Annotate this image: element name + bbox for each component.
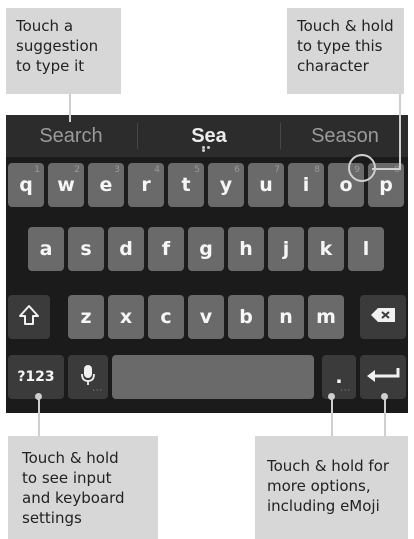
leader-line	[384, 396, 386, 436]
suggestion-right[interactable]: Season	[282, 115, 408, 157]
shift-key[interactable]	[8, 295, 50, 339]
key-label: z	[80, 306, 92, 328]
shift-arrow-icon	[18, 304, 40, 331]
key-label: y	[219, 174, 233, 196]
key-label: j	[282, 238, 290, 260]
key-label: q	[19, 174, 33, 196]
leader-dot	[35, 393, 42, 400]
key-label: u	[259, 174, 273, 196]
key-label: n	[279, 306, 293, 328]
key-b[interactable]: b	[228, 295, 264, 339]
leader-line	[69, 94, 71, 122]
key-n[interactable]: n	[268, 295, 304, 339]
keyboard: Search Sea Season ?123 ··· . ··· q 1 w 2…	[6, 115, 408, 413]
key-label: h	[239, 238, 253, 260]
key-v[interactable]: v	[188, 295, 224, 339]
key-hint: 1	[34, 165, 40, 175]
key-hint: 7	[274, 165, 280, 175]
key-hint: 8	[314, 165, 320, 175]
leader-dot	[381, 393, 388, 400]
key-label: l	[362, 238, 370, 260]
suggestion-divider	[137, 123, 138, 149]
key-label: g	[199, 238, 213, 260]
key-g[interactable]: g	[188, 227, 224, 271]
callout-suggestion: Touch a suggestion to type it	[6, 8, 121, 94]
key-a[interactable]: a	[28, 227, 64, 271]
key-h[interactable]: h	[228, 227, 264, 271]
key-label: r	[141, 174, 151, 196]
key-w[interactable]: w2	[48, 163, 84, 207]
leader-dot	[328, 393, 335, 400]
key-r[interactable]: r4	[128, 163, 164, 207]
key-c[interactable]: c	[148, 295, 184, 339]
key-q[interactable]: q1	[8, 163, 44, 207]
leader-line	[372, 168, 400, 170]
key-u[interactable]: u7	[248, 163, 284, 207]
key-j[interactable]: j	[268, 227, 304, 271]
enter-arrow-icon	[366, 366, 400, 389]
key-label: w	[57, 174, 75, 196]
key-label: p	[379, 174, 393, 196]
key-hint: 4	[154, 165, 160, 175]
key-hint: 2	[74, 165, 80, 175]
key-k[interactable]: k	[308, 227, 344, 271]
key-label: f	[161, 238, 171, 260]
key-m[interactable]: m	[308, 295, 344, 339]
key-label: t	[181, 174, 191, 196]
callout-more-options: Touch & hold for more options, including…	[255, 436, 408, 539]
spacebar[interactable]	[112, 355, 314, 399]
key-y[interactable]: y6	[208, 163, 244, 207]
key-label: m	[316, 306, 336, 328]
key-l[interactable]: l	[348, 227, 384, 271]
backspace-icon	[370, 306, 396, 328]
key-f[interactable]: f	[148, 227, 184, 271]
key-hint: 3	[114, 165, 120, 175]
mic-key[interactable]: ···	[68, 355, 108, 399]
more-indicator-icon: ···	[92, 386, 103, 395]
period-key[interactable]: . ···	[322, 355, 356, 399]
more-indicator-icon: ···	[340, 386, 351, 395]
key-t[interactable]: t5	[168, 163, 204, 207]
leader-line	[38, 396, 40, 436]
key-label: c	[160, 306, 172, 328]
key-label: x	[119, 306, 133, 328]
suggestion-divider	[280, 123, 281, 149]
key-label: d	[119, 238, 133, 260]
symbols-key-label: ?123	[17, 369, 55, 385]
suggestion-strip: Search Sea Season	[6, 115, 408, 157]
key-s[interactable]: s	[68, 227, 104, 271]
key-e[interactable]: e3	[88, 163, 124, 207]
key-x[interactable]: x	[108, 295, 144, 339]
key-label: s	[80, 238, 92, 260]
key-label: a	[39, 238, 53, 260]
key-d[interactable]: d	[108, 227, 144, 271]
leader-line	[399, 94, 401, 170]
callout-input-settings: Touch & hold to see input and keyboard s…	[8, 436, 158, 539]
key-label: e	[99, 174, 113, 196]
key-label: v	[199, 306, 213, 328]
callout-hold-character: Touch & hold to type this character	[287, 8, 404, 94]
key-label: k	[319, 238, 333, 260]
more-suggestions-icon	[202, 146, 214, 152]
period-key-label: .	[335, 366, 343, 388]
key-hint: 6	[234, 165, 240, 175]
backspace-key[interactable]	[360, 295, 406, 339]
key-z[interactable]: z	[68, 295, 104, 339]
key-label: i	[302, 174, 310, 196]
key-i[interactable]: i8	[288, 163, 324, 207]
suggestion-center[interactable]: Sea	[139, 115, 279, 157]
key-label: b	[239, 306, 253, 328]
key-hint: 5	[194, 165, 200, 175]
leader-line	[331, 396, 333, 436]
suggestion-left[interactable]: Search	[6, 115, 136, 157]
